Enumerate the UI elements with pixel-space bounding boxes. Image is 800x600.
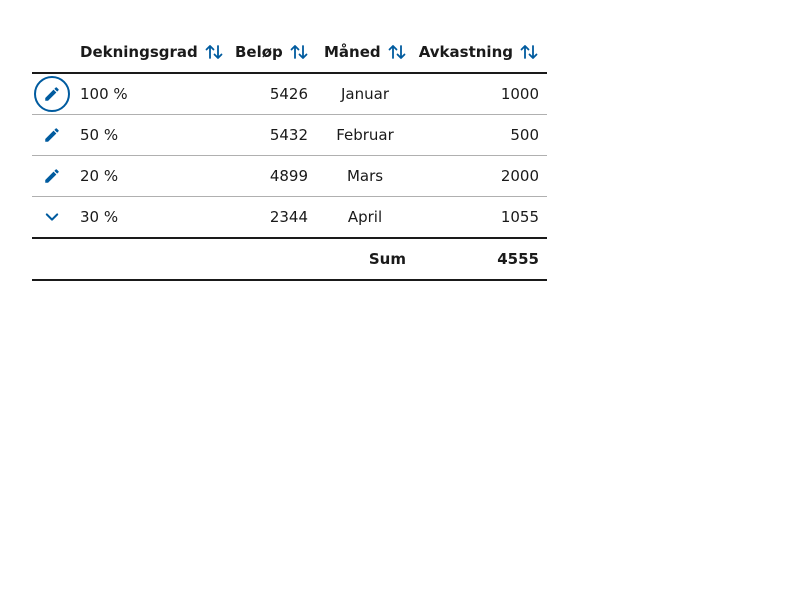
sort-avkastning-icon[interactable] [519, 41, 539, 63]
cell-belop: 4899 [227, 155, 316, 197]
cell-belop: 2344 [227, 196, 316, 239]
header-maned-label: Måned [324, 43, 381, 61]
table-row: 50 % 5432 Februar 500 [32, 114, 547, 156]
header-belop: Beløp [227, 32, 316, 74]
cell-maned: Mars [316, 155, 414, 197]
header-maned: Måned [316, 32, 414, 74]
pencil-icon [45, 87, 59, 101]
row-action-cell [32, 73, 72, 115]
data-table-container: Dekningsgrad Beløp Måned Avkastning 100 … [32, 32, 547, 281]
edit-row-button[interactable] [34, 117, 70, 153]
sum-label: Sum [316, 238, 414, 281]
cell-belop: 5432 [227, 114, 316, 156]
sort-belop-icon[interactable] [289, 41, 309, 63]
chevron-down-icon [45, 213, 59, 221]
cell-dekningsgrad: 50 % [72, 114, 227, 156]
footer-empty-cell [32, 238, 72, 281]
row-action-cell [32, 155, 72, 197]
cell-maned: Januar [316, 73, 414, 115]
table-footer-row: Sum 4555 [32, 238, 547, 281]
cell-avkastning: 2000 [414, 155, 547, 197]
cell-dekningsgrad: 100 % [72, 73, 227, 115]
cell-dekningsgrad: 30 % [72, 196, 227, 239]
edit-row-button[interactable] [34, 158, 70, 194]
header-avkastning-label: Avkastning [418, 43, 513, 61]
pencil-icon [45, 128, 59, 142]
header-dekningsgrad: Dekningsgrad [72, 32, 227, 74]
footer-empty-cell [227, 238, 316, 281]
cell-maned: Februar [316, 114, 414, 156]
footer-empty-cell [72, 238, 227, 281]
pencil-icon [45, 169, 59, 183]
header-action-column [32, 32, 72, 74]
table-row: 20 % 4899 Mars 2000 [32, 155, 547, 197]
cell-avkastning: 500 [414, 114, 547, 156]
cell-maned: April [316, 196, 414, 239]
header-belop-label: Beløp [235, 43, 283, 61]
table-row: 30 % 2344 April 1055 [32, 196, 547, 239]
table-header-row: Dekningsgrad Beløp Måned Avkastning [32, 32, 547, 74]
sort-maned-icon[interactable] [387, 41, 407, 63]
header-dekningsgrad-label: Dekningsgrad [80, 43, 198, 61]
expand-row-button[interactable] [34, 199, 70, 235]
data-table: Dekningsgrad Beløp Måned Avkastning 100 … [32, 32, 547, 281]
cell-avkastning: 1055 [414, 196, 547, 239]
edit-row-button[interactable] [34, 76, 70, 112]
cell-avkastning: 1000 [414, 73, 547, 115]
row-action-cell [32, 196, 72, 239]
cell-belop: 5426 [227, 73, 316, 115]
row-action-cell [32, 114, 72, 156]
table-row: 100 % 5426 Januar 1000 [32, 73, 547, 115]
sum-value: 4555 [414, 238, 547, 281]
cell-dekningsgrad: 20 % [72, 155, 227, 197]
sort-dekningsgrad-icon[interactable] [204, 41, 224, 63]
header-avkastning: Avkastning [414, 32, 547, 74]
